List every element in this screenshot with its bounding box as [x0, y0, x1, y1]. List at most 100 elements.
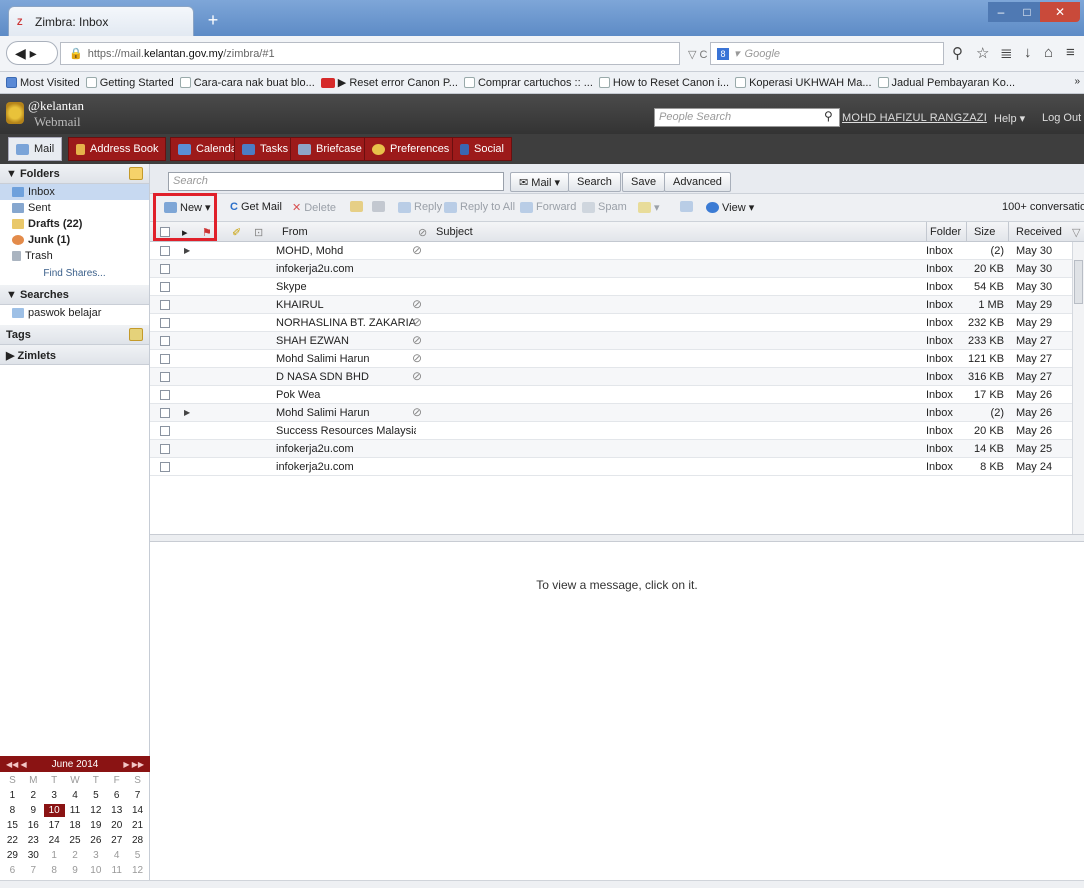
help-menu[interactable]: Help ▾ [994, 112, 1025, 125]
received-column-header[interactable]: Received [1016, 226, 1062, 238]
reply-button[interactable]: Reply [398, 201, 442, 213]
get-mail-button[interactable]: C Get Mail [230, 201, 282, 213]
calendar-day[interactable]: 2 [65, 849, 86, 862]
table-row[interactable]: infokerja2u.comJawatan Kosong di Majlis … [150, 458, 1072, 476]
tab-address-book[interactable]: Address Book [68, 137, 167, 161]
searches-header[interactable]: ▼ Searches [0, 285, 149, 305]
calendar-day[interactable]: 5 [127, 849, 148, 862]
tag-icon[interactable] [129, 328, 143, 341]
calendar-day[interactable]: 13 [106, 804, 127, 817]
delete-button[interactable]: ✕ Delete [292, 201, 336, 215]
find-shares-link[interactable]: Find Shares... [0, 264, 149, 285]
logout-link[interactable]: Log Out [1042, 112, 1081, 124]
bookmark-getting-started[interactable]: Getting Started [85, 77, 174, 89]
row-checkbox[interactable] [160, 390, 170, 400]
folder-drafts[interactable]: Drafts (22) [0, 216, 149, 232]
detach-button[interactable] [680, 201, 693, 212]
browser-search-box[interactable]: 8 ▾ Google [710, 42, 944, 65]
bookmark-jadual[interactable]: Jadual Pembayaran Ko... [877, 77, 1015, 89]
view-button[interactable]: View ▾ [706, 201, 754, 214]
row-checkbox[interactable] [160, 300, 170, 310]
calendar-day[interactable]: 8 [44, 864, 65, 877]
calendar-day[interactable]: 4 [106, 849, 127, 862]
prev-year-icon[interactable]: ◀◀ ◀ [6, 760, 27, 769]
calendar-day[interactable]: 7 [23, 864, 44, 877]
user-name-link[interactable]: MOHD HAFIZUL RANGZAZI [842, 112, 987, 124]
subject-column-header[interactable]: Subject [436, 226, 473, 238]
scrollbar-thumb[interactable] [1074, 260, 1083, 304]
calendar-day[interactable]: 21 [127, 819, 148, 832]
tag-column-icon[interactable]: ✐ [232, 226, 241, 239]
tab-mail[interactable]: Mail [8, 137, 63, 161]
calendar-day[interactable]: 10 [85, 864, 106, 877]
tab-social[interactable]: Social [452, 137, 512, 161]
home-icon[interactable]: ⌂ [1044, 44, 1053, 61]
calendar-day[interactable]: 16 [23, 819, 44, 832]
calendar-day[interactable]: 6 [106, 789, 127, 802]
calendar-day[interactable]: 7 [127, 789, 148, 802]
menu-icon[interactable]: ≡ [1066, 44, 1075, 61]
bookmark-comprar[interactable]: Comprar cartuchos :: ... [463, 77, 593, 89]
minimize-icon[interactable]: – [988, 2, 1014, 22]
row-checkbox[interactable] [160, 354, 170, 364]
size-column-header[interactable]: Size [974, 226, 995, 238]
calendar-day[interactable]: 3 [44, 789, 65, 802]
save-search-button[interactable]: Save [622, 172, 666, 192]
table-row[interactable]: infokerja2u.comJawatan Kosong di Tenaga … [150, 440, 1072, 458]
download-icon[interactable]: ↓ [1024, 44, 1032, 61]
print-button[interactable] [372, 201, 385, 212]
table-row[interactable]: Success Resources MalaysiaHi ENCIK MOHD … [150, 422, 1072, 440]
calendar-day[interactable]: 26 [85, 834, 106, 847]
table-row[interactable]: SkypeCall mobiles and landlines free for… [150, 278, 1072, 296]
table-row[interactable]: Pok WeaInvitation to connect on LinkedIn… [150, 386, 1072, 404]
row-checkbox[interactable] [160, 264, 170, 274]
calendar-day[interactable]: 8 [2, 804, 23, 817]
folders-header[interactable]: ▼ Folders [0, 164, 149, 184]
calendar-day[interactable]: 9 [23, 804, 44, 817]
message-list-scrollbar[interactable] [1072, 242, 1084, 534]
tab-briefcase[interactable]: Briefcase [290, 137, 370, 161]
calendar-day[interactable]: 1 [2, 789, 23, 802]
table-row[interactable]: NORHASLINA BT. ZAKARIA⊘gambar mantan sob… [150, 314, 1072, 332]
calendar-day[interactable]: 18 [65, 819, 86, 832]
search-input[interactable]: Search [168, 172, 504, 191]
close-icon[interactable]: ✕ [1040, 2, 1080, 22]
bookmark-most-visited[interactable]: Most Visited [6, 77, 80, 89]
search-icon[interactable]: ⚲ [824, 109, 833, 123]
calendar-day[interactable]: 5 [85, 789, 106, 802]
row-checkbox[interactable] [160, 282, 170, 292]
row-checkbox[interactable] [160, 336, 170, 346]
calendar-day[interactable]: 20 [106, 819, 127, 832]
new-tab-button[interactable]: + [200, 10, 226, 32]
reply-all-button[interactable]: Reply to All [444, 201, 515, 213]
folder-sent[interactable]: Sent [0, 200, 149, 216]
calendar-day[interactable]: 19 [85, 819, 106, 832]
status-column-icon[interactable]: ⊡ [254, 226, 263, 239]
calendar-day[interactable]: 2 [23, 789, 44, 802]
bookmark-star-icon[interactable]: ☆ [976, 44, 989, 62]
calendar-day[interactable]: 25 [65, 834, 86, 847]
calendar-day[interactable]: 17 [44, 819, 65, 832]
people-search-input[interactable]: People Search [654, 108, 840, 127]
row-checkbox[interactable] [160, 426, 170, 436]
row-checkbox[interactable] [160, 408, 170, 418]
advanced-search-button[interactable]: Advanced [664, 172, 731, 192]
calendar-day[interactable]: 28 [127, 834, 148, 847]
maximize-icon[interactable]: □ [1014, 2, 1040, 22]
new-folder-icon[interactable] [129, 167, 143, 180]
reading-pane-splitter[interactable] [150, 534, 1084, 542]
tab-tasks[interactable]: Tasks [234, 137, 297, 161]
folder-column-header[interactable]: Folder [930, 226, 961, 238]
reload-icon[interactable]: ▽ C [688, 48, 707, 61]
tags-header[interactable]: Tags [0, 325, 149, 345]
search-button[interactable]: Search [568, 172, 621, 192]
saved-search-item[interactable]: paswok belajar [0, 305, 149, 321]
row-checkbox[interactable] [160, 246, 170, 256]
sort-icon[interactable]: ▽ [1072, 226, 1080, 239]
move-button[interactable] [350, 201, 363, 212]
attachment-column-icon[interactable]: ⊘ [418, 226, 427, 239]
spam-button[interactable]: Spam [582, 201, 627, 213]
calendar-day[interactable]: 10 [43, 804, 65, 817]
from-column-header[interactable]: From [282, 226, 308, 238]
tag-button[interactable]: ▾ [638, 201, 660, 214]
